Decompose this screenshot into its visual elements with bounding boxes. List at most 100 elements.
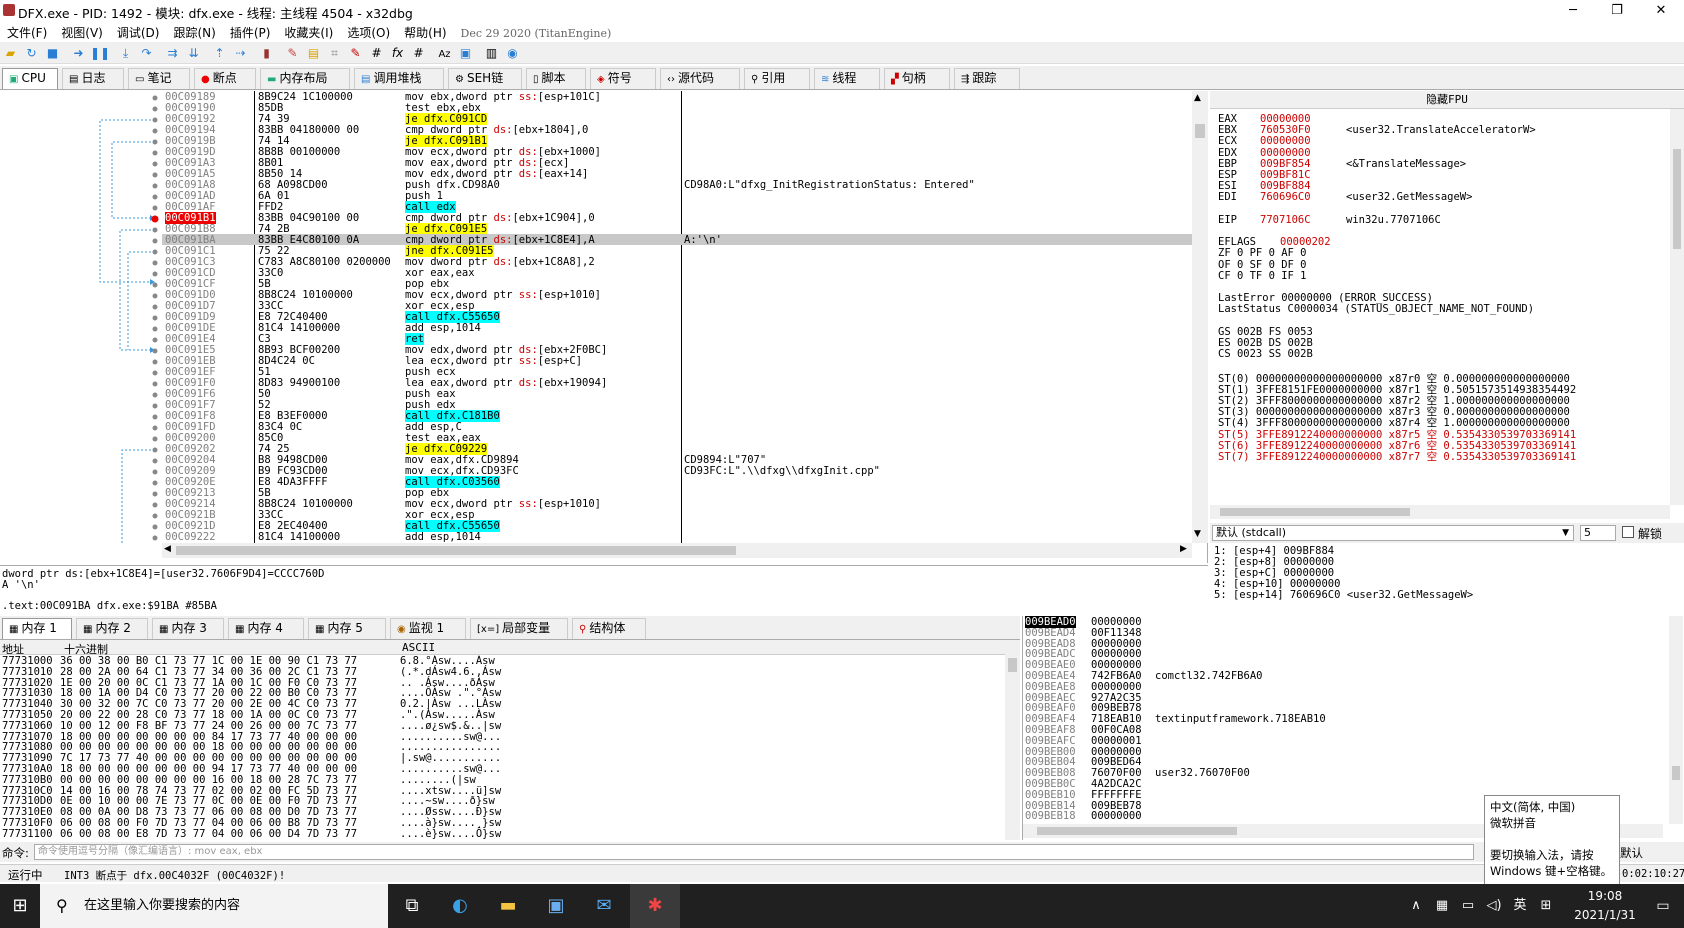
last-error[interactable]: LastError 00000000 (ERROR_SUCCESS)	[1218, 292, 1433, 304]
step-into-icon[interactable]: ⤓	[116, 44, 135, 62]
disasm-row[interactable]: 00C091CF 5B pop ebx	[162, 278, 1192, 290]
disasm-row[interactable]: 00C091A8 68 A098CD00 push dfx.CD98A0 CD98A0…	[162, 179, 1192, 191]
dump-ascii[interactable]: ....è}sw....Ô}sw	[400, 828, 501, 840]
dump-view[interactable]: 地址 十六进制 ASCII 77731000 36 00 38 00 B0 C1 …	[0, 640, 1020, 840]
registers-hscroll[interactable]	[1210, 505, 1670, 519]
stack-row[interactable]: 009BEAE4 742FB6A0 comctl32.742FB6A0	[1023, 670, 1663, 682]
stack-row[interactable]: 009BEAF8 00F0CA08	[1023, 724, 1663, 736]
disasm-row[interactable]: 00C091D7 33CC xor ecx,esp	[162, 300, 1192, 312]
disasm-row[interactable]: 00C091D0 8B8C24 10100000 mov ecx,dword ptr…	[162, 289, 1192, 301]
dump-row[interactable]: 777310C0 14 00 16 00 78 74 73 77 02 00 02…	[0, 785, 1005, 797]
disasm-row[interactable]: 00C09202 74 25 je dfx.C09229	[162, 443, 1192, 455]
dump-row[interactable]: 777310D0 0E 00 10 00 00 7E 73 77 0C 00 0E…	[0, 795, 1005, 807]
stack-row[interactable]: 009BEAE8 00000000	[1023, 681, 1663, 693]
command-mode[interactable]: 默认	[1620, 845, 1643, 861]
execute-till-return-icon[interactable]: ⇡	[210, 44, 229, 62]
tab-dump-4[interactable]: ▦ 内存 4	[228, 618, 304, 639]
disasm-row[interactable]: 00C091C3 C783 A8C80100 0200000 mov dword p…	[162, 256, 1192, 268]
dump-row[interactable]: 777310F0 06 00 08 00 F0 7D 73 77 04 00 06…	[0, 817, 1005, 829]
flags-row-1[interactable]: ZF 0 PF 0 AF 0	[1218, 247, 1307, 259]
dump-row[interactable]: 77731090 7C 17 73 77 40 00 00 00 00 00 00…	[0, 752, 1005, 764]
disasm-row[interactable]: 00C091EB 8D4C24 0C lea ecx,dword ptr ss:[e…	[162, 355, 1192, 367]
dump-row[interactable]: 777310B0 00 00 00 00 00 00 00 00 16 00 18…	[0, 774, 1005, 786]
dump-row[interactable]: 77731030 18 00 1A 00 D4 C0 73 77 20 00 22…	[0, 687, 1005, 699]
disasm-row[interactable]: 00C091EF 51 push ecx	[162, 366, 1192, 378]
close-button[interactable]: ✕	[1638, 0, 1684, 22]
taskbar-search[interactable]: ⚲ 在这里输入你要搜索的内容	[40, 884, 388, 928]
register-value[interactable]: 009BF884	[1260, 180, 1346, 192]
tab-call-stack[interactable]: ▤ 调用堆栈	[354, 68, 444, 89]
calculator-icon[interactable]: ▣	[456, 44, 475, 62]
windows-start-icon[interactable]: ⊞	[0, 884, 40, 928]
disasm-row[interactable]: 00C091F8 E8 B3EF0000 call dfx.C181B0	[162, 410, 1192, 422]
tab-trace[interactable]: ⇶ 跟踪	[954, 68, 1020, 89]
patch-icon[interactable]: ✎	[283, 44, 302, 62]
register-eflags[interactable]: EFLAGS 00000202	[1218, 236, 1331, 248]
volume-icon[interactable]: ◁)	[1482, 884, 1506, 928]
dump-row[interactable]: 777310E0 08 00 0A 00 D8 73 73 77 06 00 08…	[0, 806, 1005, 818]
dump-row[interactable]: 77731100 06 00 08 00 E8 7D 73 77 04 00 06…	[0, 828, 1005, 840]
file-explorer-icon[interactable]: ▬	[484, 884, 532, 928]
stack-row[interactable]: 009BEB04 009BED64	[1023, 756, 1663, 768]
scylla-icon[interactable]: ▮	[257, 44, 276, 62]
disasm-row[interactable]: 00C09192 74 39 je dfx.C091CD	[162, 113, 1192, 125]
segment-row-3[interactable]: CS 0023 SS 002B	[1218, 348, 1313, 360]
disasm-row[interactable]: 00C091E5 8B93 BCF00200 mov edx,dword ptr d…	[162, 344, 1192, 356]
tab-locals[interactable]: [x=] 局部变量	[470, 618, 568, 639]
command-input[interactable]: 命令使用逗号分隔（像汇编语言）: mov eax, ebx	[34, 844, 1474, 860]
last-status[interactable]: LastStatus C0000034 (STATUS_OBJECT_NAME_…	[1218, 303, 1534, 315]
stack-row[interactable]: 009BEB0C 4A2DCA2C	[1023, 778, 1663, 790]
disasm-row[interactable]: 00C0919D 8B8B 00100000 mov ecx,dword ptr d…	[162, 146, 1192, 158]
disasm-row[interactable]: 00C091B8 74 2B je dfx.C091E5	[162, 223, 1192, 235]
register-value[interactable]: 760696C0	[1260, 191, 1346, 203]
minimize-button[interactable]: ─	[1550, 0, 1596, 22]
tab-dump-3[interactable]: ▦ 内存 3	[152, 618, 224, 639]
stop-icon[interactable]: ■	[43, 44, 62, 62]
disasm-row[interactable]: 00C091B1 83BB 04C90100 00 cmp dword ptr ds…	[162, 212, 1192, 224]
call-convention-select[interactable]: 默认 (stdcall) ▼	[1212, 525, 1574, 541]
tab-dump-5[interactable]: ▦ 内存 5	[308, 618, 386, 639]
restore-button[interactable]: ❐	[1594, 0, 1640, 22]
disasm-row[interactable]: 00C091E4 C3 ret	[162, 333, 1192, 345]
disasm-row[interactable]: 00C0919B 74 14 je dfx.C091B1	[162, 135, 1192, 147]
disasm-row[interactable]: 00C09189 8B9C24 1C100000 mov ebx,dword ptr…	[162, 91, 1192, 103]
register-value[interactable]: 00000000	[1260, 135, 1346, 147]
fpu-st7[interactable]: ST(7) 3FFE8912240000000000 x87r7 空 0.535…	[1218, 449, 1576, 464]
hide-fpu-button[interactable]: 隐藏FPU	[1210, 91, 1684, 109]
dump-row[interactable]: 77731040 30 00 32 00 7C C0 73 77 20 00 2E…	[0, 698, 1005, 710]
register-edx[interactable]: EDX 00000000	[1218, 147, 1346, 159]
registers-vscroll[interactable]	[1670, 109, 1684, 505]
tab-memory-map[interactable]: ▬ 内存布局	[260, 68, 350, 89]
stack-row[interactable]: 009BEAD4 00F11348	[1023, 627, 1663, 639]
notifications-icon[interactable]: ▭	[1646, 884, 1680, 928]
disasm-row[interactable]: 00C091F7 52 push edx	[162, 399, 1192, 411]
menu-debug[interactable]: 调试(D)	[110, 22, 167, 43]
tab-notes[interactable]: ▭ 笔记	[128, 68, 190, 89]
register-value[interactable]: 00000000	[1260, 147, 1346, 159]
dump-hex[interactable]: 06 00 08 00 E8 7D 73 77 04 00 06 00 D4 7…	[60, 828, 357, 840]
stack-row[interactable]: 009BEAFC 00000001	[1023, 735, 1663, 747]
disasm-row[interactable]: 00C091FD 83C4 0C add esp,C	[162, 421, 1192, 433]
comment-icon[interactable]: ▤	[304, 44, 323, 62]
menu-trace[interactable]: 跟踪(N)	[166, 22, 222, 43]
restart-icon[interactable]: ↻	[22, 44, 41, 62]
taskbar-time[interactable]: 19:08	[1570, 889, 1640, 903]
disasm-row[interactable]: 00C091F0 8D83 94900100 lea eax,dword ptr d…	[162, 377, 1192, 389]
stack-row[interactable]: 009BEAE0 00000000	[1023, 659, 1663, 671]
tab-seh[interactable]: ⚙ SEH链	[448, 68, 522, 89]
disasm-row[interactable]: 00C09213 5B pop ebx	[162, 487, 1192, 499]
disasm-row[interactable]: 00C09204 B8 9498CD00 mov eax,dfx.CD9894 CD9…	[162, 454, 1192, 466]
tab-symbols[interactable]: ◈ 符号	[590, 68, 656, 89]
stack-value[interactable]: 00000000	[1091, 810, 1142, 821]
trace-over-icon[interactable]: ⇊	[184, 44, 203, 62]
disasm-row[interactable]: 00C09190 85DB test ebx,ebx	[162, 102, 1192, 114]
disasm-row[interactable]: 00C09194 83BB 04180000 00 cmp dword ptr ds…	[162, 124, 1192, 136]
hash-sign-icon[interactable]: #	[409, 44, 428, 62]
register-ecx[interactable]: ECX 00000000	[1218, 135, 1346, 147]
register-value[interactable]: 009BF854	[1260, 158, 1346, 170]
flags-row-2[interactable]: OF 0 SF 0 DF 0	[1218, 259, 1307, 271]
tab-threads[interactable]: ≋ 线程	[814, 68, 880, 89]
disasm-row[interactable]: 00C0921D E8 2EC40400 call dfx.C55650	[162, 520, 1192, 532]
mail-icon[interactable]: ✉	[580, 884, 628, 928]
disasm-row[interactable]: 00C091C1 75 22 jne dfx.C091E5	[162, 245, 1192, 257]
